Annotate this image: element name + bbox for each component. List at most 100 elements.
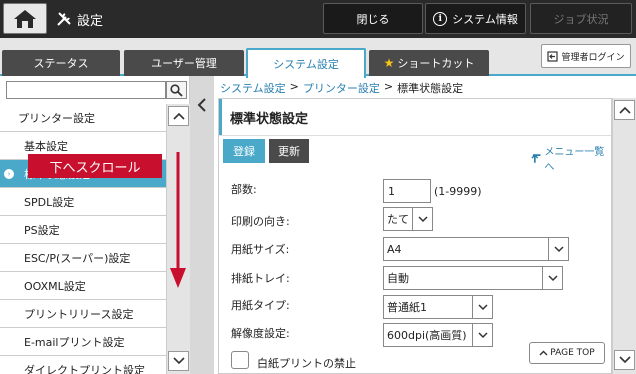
star-icon: ★	[383, 56, 395, 70]
login-icon	[547, 50, 559, 62]
copies-label: 部数:	[231, 183, 257, 196]
admin-login-label: 管理者ログイン	[561, 52, 625, 63]
paper-size-label: 用紙サイズ:	[231, 243, 290, 256]
system-info-button[interactable]: i システム情報	[425, 3, 526, 34]
close-button[interactable]: 閉じる	[323, 3, 423, 34]
chevron-down-icon	[548, 238, 568, 260]
resolution-select[interactable]: 600dpi(高画質)	[383, 323, 493, 347]
sidebar-item-label: プリンター設定	[18, 111, 95, 125]
chevron-left-icon	[197, 98, 206, 112]
sidebar-menu: プリンター設定 基本設定 › 標準状態設定 SPDL設定 PS設定 ESC/P(…	[0, 104, 166, 374]
update-label: 更新	[278, 145, 300, 158]
back-to-menu-icon	[531, 154, 541, 163]
info-icon: i	[433, 11, 448, 26]
resolution-value: 600dpi(高画質)	[387, 329, 467, 342]
tab-shortcut-label: ショートカット	[397, 57, 475, 70]
breadcrumb-separator: >	[383, 80, 394, 93]
job-status-button[interactable]: ジョブ状況	[530, 3, 632, 34]
copies-range: (1-9999)	[434, 185, 482, 198]
breadcrumb-current: 標準状態設定	[397, 82, 464, 95]
sidebar: プリンター設定 基本設定 › 標準状態設定 SPDL設定 PS設定 ESC/P(…	[0, 76, 190, 374]
admin-login-button[interactable]: 管理者ログイン	[541, 44, 631, 68]
bullet-icon: ›	[4, 169, 14, 179]
sidebar-item-email-print[interactable]: E-mailプリント設定	[0, 328, 166, 356]
paper-size-select[interactable]: A4	[383, 237, 569, 261]
paper-type-select[interactable]: 普通紙1	[383, 295, 493, 319]
chevron-down-icon	[412, 208, 432, 230]
tab-system-settings[interactable]: システム設定	[246, 48, 366, 78]
sidebar-item-label: OOXML設定	[24, 279, 86, 293]
output-tray-label: 排紙トレイ:	[231, 272, 290, 285]
tab-system-settings-label: システム設定	[273, 58, 339, 71]
sidebar-item-print-release[interactable]: プリントリリース設定	[0, 300, 166, 328]
breadcrumb-printer-settings[interactable]: プリンター設定	[303, 80, 380, 96]
sidebar-item-ps[interactable]: PS設定	[0, 216, 166, 244]
sidebar-item-label: ダイレクトプリント設定	[24, 363, 145, 374]
sidebar-item-escp[interactable]: ESC/P(スーパー)設定	[0, 244, 166, 272]
tab-user-management-label: ユーザー管理	[151, 57, 217, 70]
output-tray-value: 自動	[387, 272, 409, 285]
scroll-down-button[interactable]	[168, 351, 189, 371]
settings-title-text: 設定	[77, 13, 104, 29]
scroll-hint-text: 下へスクロール	[49, 160, 141, 176]
sidebar-item-label: SPDL設定	[24, 195, 75, 209]
title-divider	[219, 135, 611, 136]
page-top-label: PAGE TOP	[550, 348, 595, 358]
breadcrumb-system-settings[interactable]: システム設定	[220, 80, 286, 96]
home-icon	[14, 9, 36, 28]
chevron-up-icon	[618, 106, 631, 114]
sidebar-item-label: PS設定	[24, 223, 60, 237]
orientation-select[interactable]: たて	[383, 207, 433, 231]
menu-list-link[interactable]: メニュー一覧へ	[531, 143, 611, 173]
copies-input[interactable]: 1	[383, 179, 431, 203]
home-button[interactable]	[3, 3, 47, 34]
search-button[interactable]	[166, 81, 187, 99]
breadcrumb-separator: >	[289, 80, 299, 93]
paper-size-value: A4	[387, 242, 402, 256]
blank-print-checkbox[interactable]	[231, 351, 249, 369]
menu-list-link-label: メニュー一覧へ	[544, 147, 605, 173]
paper-type-label: 用紙タイプ:	[231, 299, 290, 312]
chevron-down-icon	[472, 324, 492, 346]
search-icon	[170, 83, 183, 97]
page-top-button[interactable]: PAGE TOP	[529, 342, 605, 364]
paper-type-value: 普通紙1	[387, 301, 427, 314]
tab-shortcut[interactable]: ★ ショートカット	[369, 50, 489, 76]
page-title-text: 標準状態設定	[230, 111, 309, 127]
sidebar-item-ooxml[interactable]: OOXML設定	[0, 272, 166, 300]
settings-title: 設定	[56, 0, 103, 38]
chevron-down-icon	[542, 267, 562, 289]
register-label: 登録	[233, 145, 255, 158]
system-info-label: システム情報	[452, 12, 518, 26]
main-scrollbar[interactable]	[612, 98, 636, 374]
sidebar-item-printer-settings[interactable]: プリンター設定	[0, 104, 166, 132]
sidebar-item-spdl[interactable]: SPDL設定	[0, 188, 166, 216]
tab-status[interactable]: ステータス	[2, 50, 120, 76]
main-scroll-down-button[interactable]	[614, 350, 635, 370]
main-scroll-up-button[interactable]	[614, 100, 635, 120]
sidebar-collapse-strip[interactable]	[190, 76, 214, 374]
sidebar-search-input[interactable]	[6, 81, 166, 99]
scroll-down-hint: 下へスクロール	[28, 154, 162, 178]
orientation-value: たて	[387, 213, 409, 226]
main-panel: 標準状態設定 登録 更新 メニュー一覧へ 部数: 1 (1-9999) 印刷の向…	[218, 98, 612, 374]
chevron-down-icon	[472, 296, 492, 318]
output-tray-select[interactable]: 自動	[383, 266, 563, 290]
sidebar-item-label: ESC/P(スーパー)設定	[24, 251, 131, 265]
top-bar: 設定 閉じる i システム情報 ジョブ状況	[0, 0, 636, 38]
blank-print-label: 白紙プリントの禁止	[257, 357, 356, 370]
chevron-up-icon	[539, 350, 548, 356]
sidebar-item-label: 基本設定	[24, 139, 68, 153]
page-title: 標準状態設定	[219, 99, 611, 135]
update-button[interactable]: 更新	[269, 139, 309, 163]
close-button-label: 閉じる	[356, 12, 390, 26]
chevron-down-icon	[618, 356, 631, 364]
sidebar-item-direct-print[interactable]: ダイレクトプリント設定	[0, 356, 166, 374]
tab-user-management[interactable]: ユーザー管理	[124, 50, 244, 76]
tools-icon	[57, 12, 71, 26]
scroll-up-button[interactable]	[168, 106, 189, 126]
register-button[interactable]: 登録	[223, 139, 265, 163]
job-status-label: ジョブ状況	[553, 12, 609, 26]
orientation-label: 印刷の向き:	[231, 215, 290, 228]
resolution-label: 解像度設定:	[231, 327, 290, 340]
